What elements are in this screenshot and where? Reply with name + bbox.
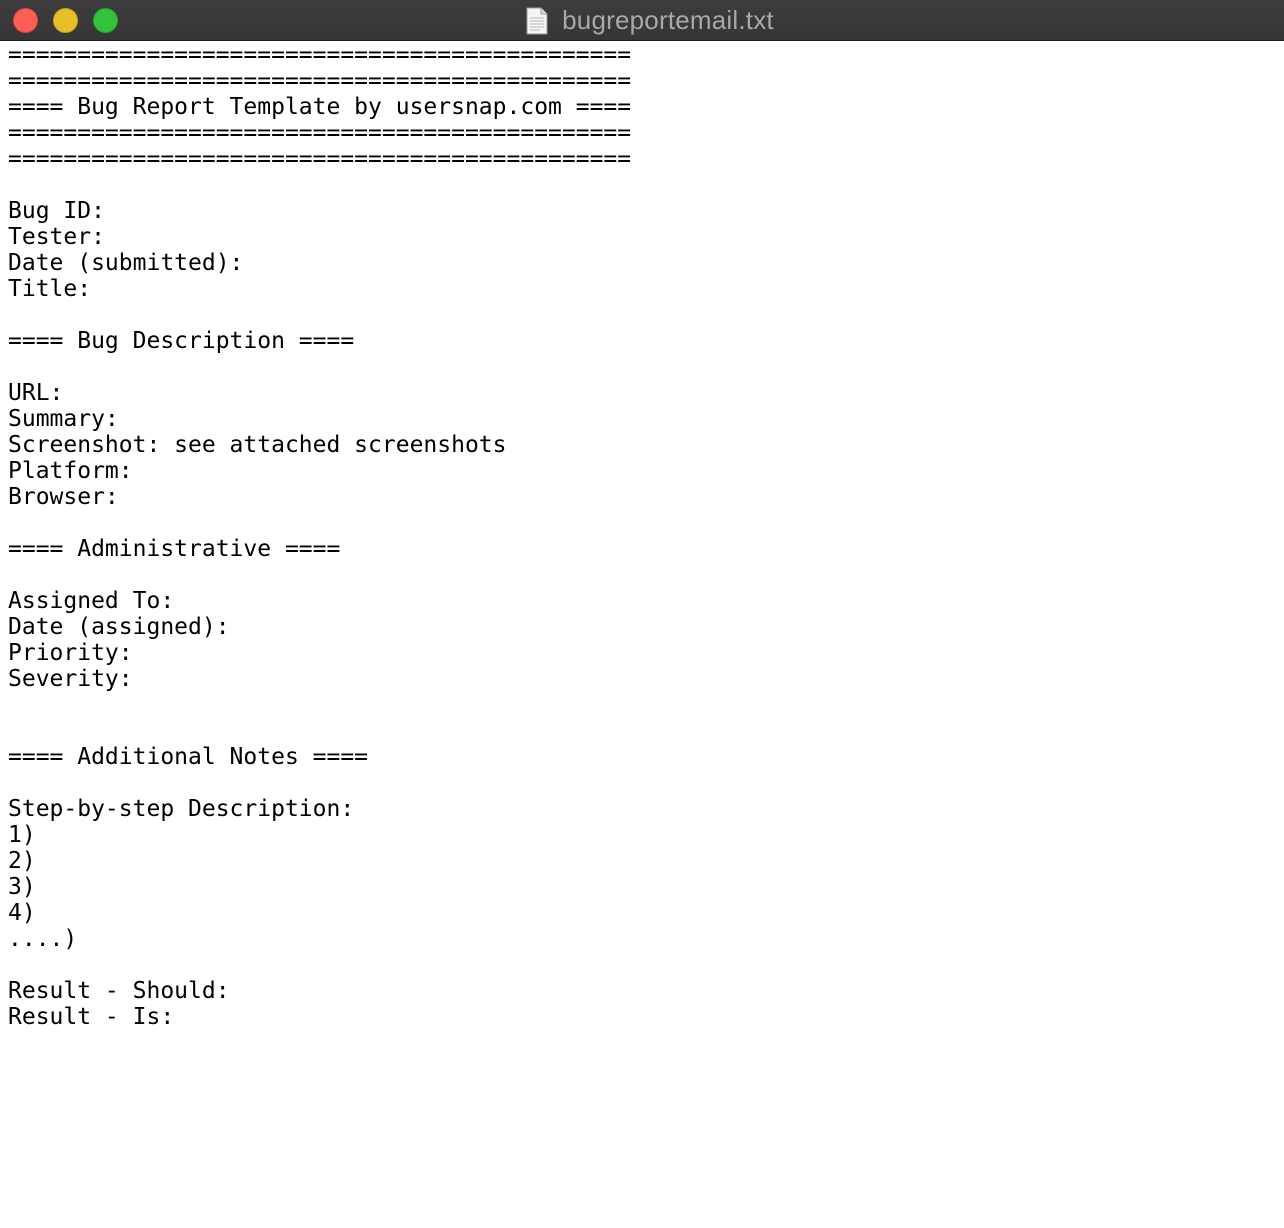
document-line[interactable]: Result - Should: — [8, 978, 1284, 1004]
window-title: bugreportemail.txt — [0, 0, 1284, 41]
document-line[interactable]: Severity: — [8, 666, 1284, 692]
document-line[interactable]: ========================================… — [8, 68, 1284, 94]
document-line[interactable]: Date (submitted): — [8, 250, 1284, 276]
document-line[interactable]: 3) — [8, 874, 1284, 900]
document-line[interactable]: ========================================… — [8, 146, 1284, 172]
document-line[interactable] — [8, 302, 1284, 328]
document-line[interactable]: ==== Additional Notes ==== — [8, 744, 1284, 770]
document-line[interactable]: Bug ID: — [8, 198, 1284, 224]
document-line[interactable]: Result - Is: — [8, 1004, 1284, 1030]
document-line[interactable]: 2) — [8, 848, 1284, 874]
document-line[interactable]: ....) — [8, 926, 1284, 952]
document-line[interactable] — [8, 692, 1284, 718]
text-document-icon — [526, 7, 548, 34]
document-line[interactable] — [8, 718, 1284, 744]
document-line[interactable]: ==== Bug Report Template by usersnap.com… — [8, 94, 1284, 120]
document-line[interactable]: Priority: — [8, 640, 1284, 666]
document-line[interactable]: ==== Bug Description ==== — [8, 328, 1284, 354]
window-title-text: bugreportemail.txt — [562, 5, 774, 35]
document-line[interactable]: Browser: — [8, 484, 1284, 510]
document-line[interactable]: ========================================… — [8, 42, 1284, 68]
document-line[interactable]: Assigned To: — [8, 588, 1284, 614]
document-line[interactable]: ==== Administrative ==== — [8, 536, 1284, 562]
document-line[interactable] — [8, 562, 1284, 588]
document-line[interactable]: Title: — [8, 276, 1284, 302]
document-line[interactable] — [8, 172, 1284, 198]
document-line[interactable] — [8, 510, 1284, 536]
document-line[interactable]: 4) — [8, 900, 1284, 926]
document-line[interactable]: Screenshot: see attached screenshots — [8, 432, 1284, 458]
document-line[interactable]: URL: — [8, 380, 1284, 406]
title-bar[interactable]: bugreportemail.txt — [0, 0, 1284, 41]
text-editor-window: bugreportemail.txt =====================… — [0, 0, 1284, 1228]
document-line[interactable] — [8, 952, 1284, 978]
document-line[interactable]: Tester: — [8, 224, 1284, 250]
document-line[interactable]: ========================================… — [8, 120, 1284, 146]
document-line[interactable]: Date (assigned): — [8, 614, 1284, 640]
document-line[interactable] — [8, 770, 1284, 796]
document-line[interactable]: Summary: — [8, 406, 1284, 432]
document-line[interactable]: 1) — [8, 822, 1284, 848]
document-line[interactable] — [8, 354, 1284, 380]
text-editor-area[interactable]: ========================================… — [8, 42, 1284, 1228]
document-line[interactable]: Step-by-step Description: — [8, 796, 1284, 822]
document-line[interactable]: Platform: — [8, 458, 1284, 484]
